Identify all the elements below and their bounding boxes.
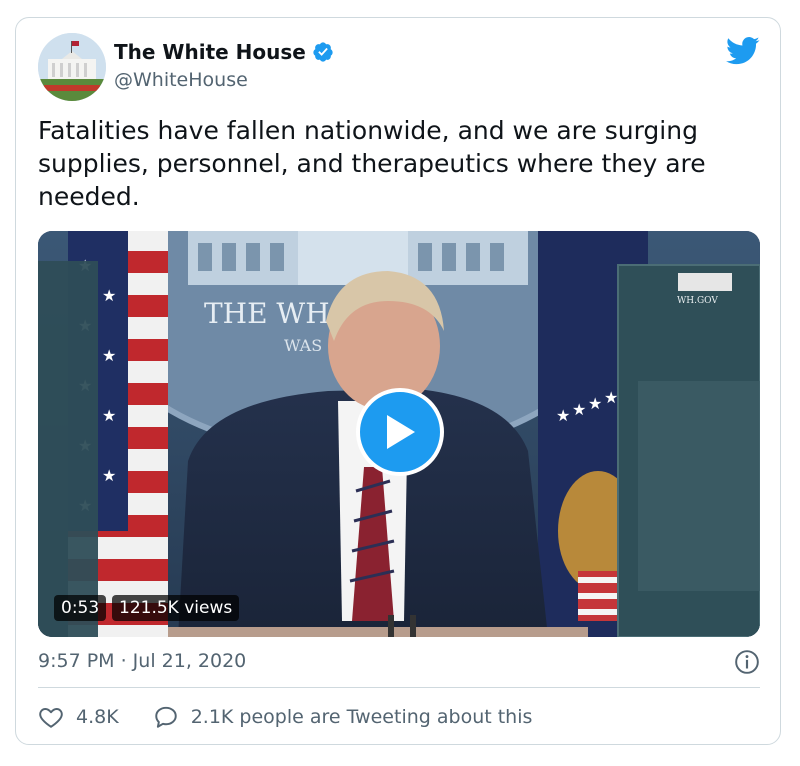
tweet-actions: 4.8K 2.1K people are Tweeting about this [38,704,532,730]
play-icon [387,415,415,449]
tweeting-action[interactable]: 2.1K people are Tweeting about this [153,704,533,730]
twitter-bird-icon[interactable] [726,36,760,66]
svg-text:★: ★ [604,388,618,407]
comment-icon[interactable] [153,704,179,730]
svg-text:★: ★ [572,400,586,419]
video-duration-badge: 0:53 [54,595,107,621]
backdrop-subtitle-text: WAS [284,336,322,355]
svg-text:★: ★ [102,346,116,365]
heart-icon[interactable] [38,704,64,730]
tweet-timestamp[interactable]: 9:57 PM · Jul 21, 2020 [38,650,246,672]
author-name-row[interactable]: The White House [114,40,334,64]
author-handle[interactable]: @WhiteHouse [114,69,248,91]
svg-text:★: ★ [102,406,116,425]
like-count: 4.8K [76,706,119,728]
svg-text:★: ★ [588,394,602,413]
info-icon[interactable] [734,649,760,675]
divider [38,687,760,688]
svg-text:★: ★ [556,406,570,425]
like-action[interactable]: 4.8K [38,704,119,730]
svg-text:★: ★ [102,286,116,305]
tweeting-count-text: 2.1K people are Tweeting about this [190,706,533,728]
tweet-card: The White House @WhiteHouse Fatalities h… [15,17,781,745]
play-button[interactable] [356,388,444,476]
avatar[interactable] [38,33,106,101]
verified-badge-icon [313,42,333,62]
tweet-text: Fatalities have fallen nationwide, and w… [38,116,706,211]
screen-label-text: WH.GOV [677,296,718,306]
author-name[interactable]: The White House [114,40,306,64]
svg-text:★: ★ [102,466,116,485]
video-player[interactable]: THE WH OUSE WAS ★★★ ★★★ ★★★ [38,231,760,637]
video-views-badge: 121.5K views [112,595,240,621]
white-house-avatar-image [38,33,106,101]
